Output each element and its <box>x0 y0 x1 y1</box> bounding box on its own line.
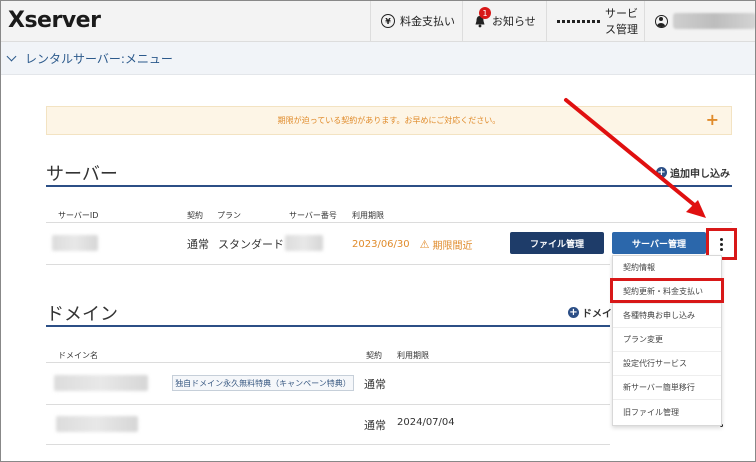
col-domain-contract: 契約 <box>366 351 382 360</box>
highlight-renew-payment <box>610 278 724 303</box>
domain-contract: 通常 <box>364 378 386 391</box>
menu-item-migration[interactable]: 新サーバー簡単移行 <box>613 376 721 400</box>
server-add-label: 追加申し込み <box>670 169 730 180</box>
server-title-underline <box>46 185 732 187</box>
yen-icon: ¥ <box>381 14 395 28</box>
grid-icon <box>557 19 600 23</box>
file-manager-button[interactable]: ファイル管理 <box>510 232 604 254</box>
domain-row-divider <box>46 404 610 405</box>
billing-button[interactable]: ¥ 料金支払い <box>370 0 462 42</box>
col-domain-name: ドメイン名 <box>58 351 98 360</box>
server-section-title: サーバー <box>46 164 118 185</box>
server-number-redacted <box>285 235 323 251</box>
menu-label: レンタルサーバー:メニュー <box>25 51 173 66</box>
notice-text: 期限が迫っている契約があります。お早めにご対応ください。 <box>277 116 501 125</box>
server-id-redacted <box>52 235 98 251</box>
col-server-id: サーバーID <box>58 211 99 220</box>
domain-header-divider <box>46 362 610 363</box>
menu-item-old-file-manager[interactable]: 旧ファイル管理 <box>613 400 721 424</box>
warning-icon: ⚠ <box>419 238 430 251</box>
plus-circle-icon: + <box>656 167 667 178</box>
chevron-down-icon <box>6 51 17 61</box>
services-button[interactable]: サービス管理 <box>546 0 644 42</box>
col-contract: 契約 <box>187 211 203 220</box>
notifications-label: お知らせ <box>492 15 536 28</box>
server-manager-button[interactable]: サーバー管理 <box>612 232 706 254</box>
notifications-button[interactable]: 1 お知らせ <box>462 0 546 42</box>
bell-icon: 1 <box>473 7 491 28</box>
user-menu-button[interactable] <box>644 0 756 42</box>
col-server-number: サーバー番号 <box>289 211 337 220</box>
domain-name-redacted <box>54 375 148 391</box>
billing-label: 料金支払い <box>400 15 455 28</box>
user-name-redacted <box>672 13 756 29</box>
col-domain-expiry: 利用期限 <box>397 351 429 360</box>
menu-item-benefits[interactable]: 各種特典お申し込み <box>613 304 721 328</box>
server-plan: スタンダード <box>218 238 284 251</box>
domain-name-redacted-2 <box>56 416 138 432</box>
server-header-divider <box>46 222 732 223</box>
menu-item-contract-info[interactable]: 契約情報 <box>613 256 721 280</box>
top-bar: Xserver ¥ 料金支払い 1 お知らせ サービス管理 <box>0 0 756 42</box>
free-domain-tag: 独自ドメイン永久無料特典（キャンペーン特典） <box>172 375 354 391</box>
col-expiry: 利用期限 <box>352 211 384 220</box>
domain-section-title: ドメイン <box>46 304 118 325</box>
server-contract: 通常 <box>187 238 209 251</box>
domain-contract-2: 通常 <box>364 419 386 432</box>
domain-row-divider-2 <box>46 444 610 445</box>
col-plan: プラン <box>217 211 241 220</box>
services-label: サービス管理 <box>605 7 638 36</box>
domain-expiry-date-2: 2024/07/04 <box>397 417 455 428</box>
domain-add-label: ドメイ <box>582 309 612 320</box>
server-add-link[interactable]: + 追加申し込み <box>656 165 730 180</box>
server-expiry-warning: 期限間近 <box>432 241 473 252</box>
domain-add-link[interactable]: + ドメイ <box>568 305 612 320</box>
expiry-notice: 期限が迫っている契約があります。お早めにご対応ください。 + <box>46 106 732 135</box>
server-row-divider <box>46 264 610 265</box>
user-icon <box>655 14 668 28</box>
domain-title-underline <box>46 325 610 327</box>
plus-circle-icon: + <box>568 307 579 318</box>
expand-plus-icon[interactable]: + <box>706 112 719 128</box>
notification-badge: 1 <box>479 7 491 19</box>
menu-item-plan-change[interactable]: プラン変更 <box>613 328 721 352</box>
server-expiry-date: 2023/06/30 <box>352 239 410 250</box>
menu-item-setup-service[interactable]: 設定代行サービス <box>613 352 721 376</box>
xserver-logo[interactable]: Xserver <box>8 8 101 33</box>
server-expiry: 2023/06/30 ⚠ 期限間近 <box>352 237 473 252</box>
menu-breadcrumb[interactable]: レンタルサーバー:メニュー <box>0 42 756 75</box>
